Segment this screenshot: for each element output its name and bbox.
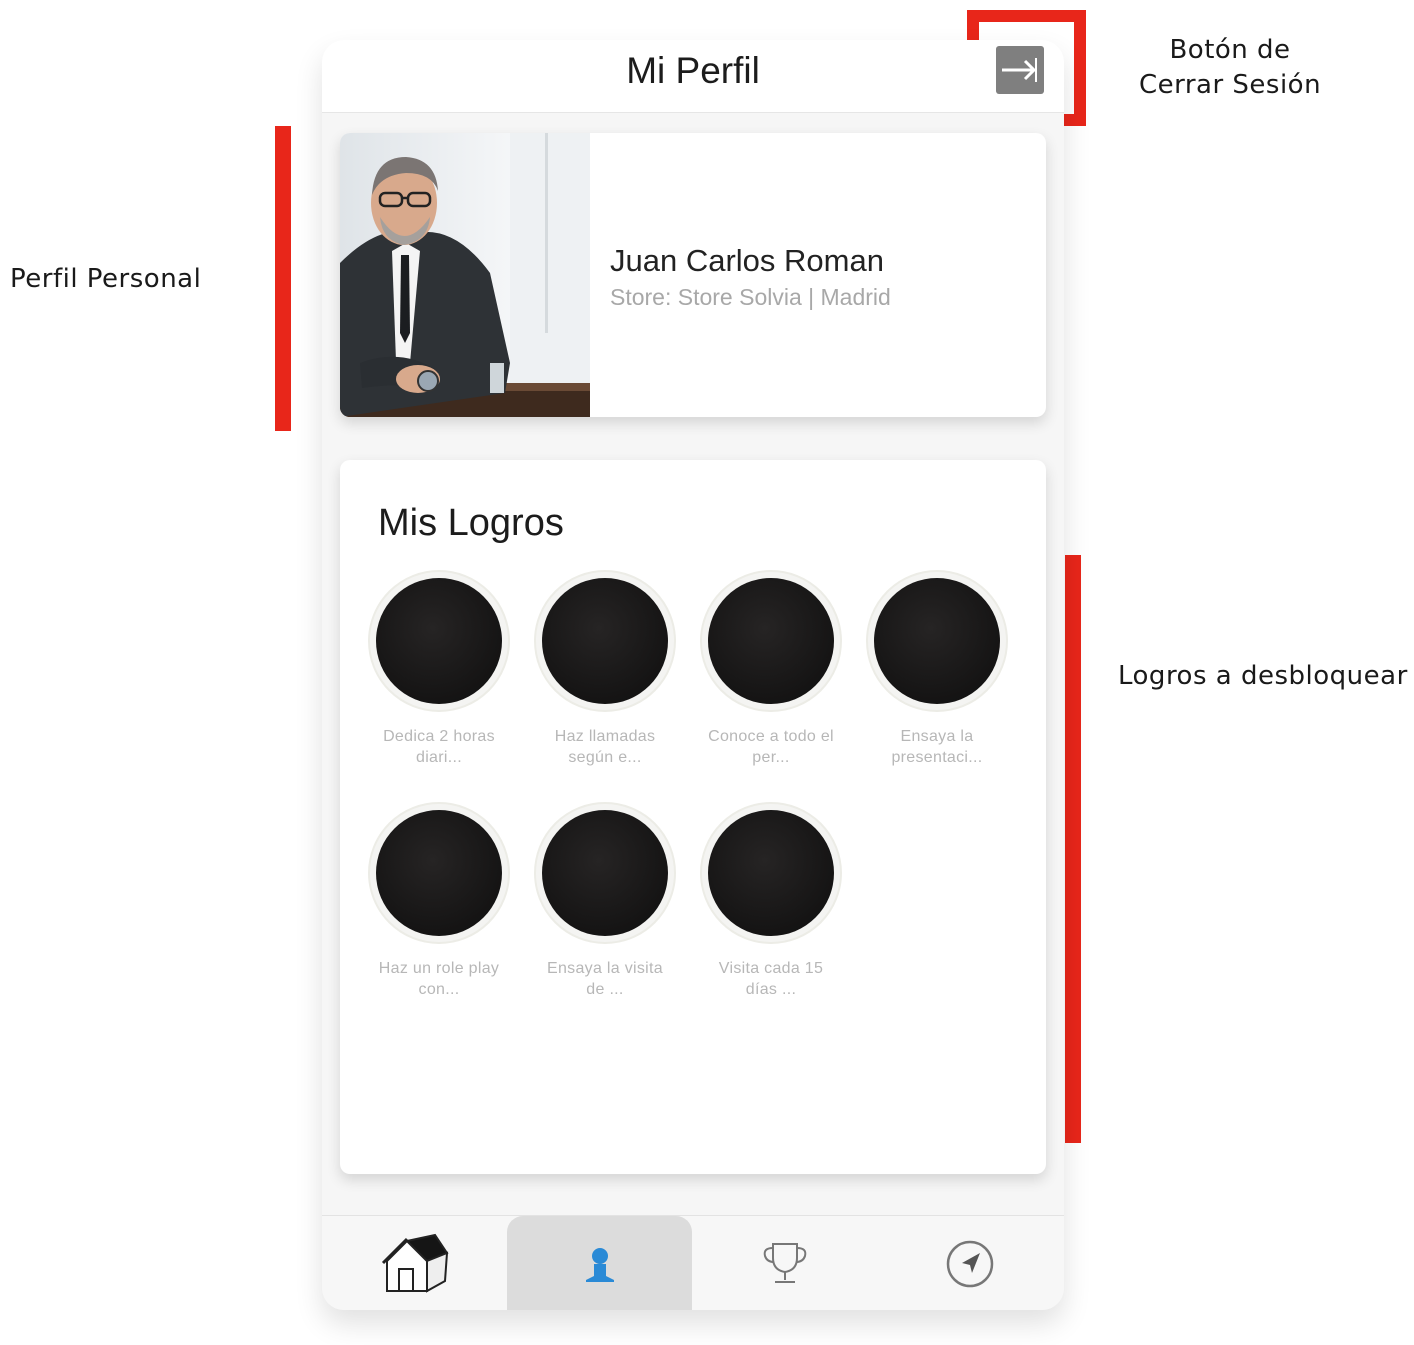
achievement-caption: Haz llamadas según e... bbox=[525, 726, 685, 768]
profile-name: Juan Carlos Roman bbox=[610, 243, 884, 278]
achievements-highlight-bar bbox=[1065, 555, 1081, 1143]
achievement-image bbox=[376, 578, 502, 704]
achievement-caption-line1: Conoce a todo el bbox=[708, 728, 834, 745]
tab-profile[interactable] bbox=[507, 1216, 692, 1310]
phone-screen: Mi Perfil Juan Carlos Roman Store: Store… bbox=[322, 40, 1064, 1310]
achievement-badge[interactable]: Visita cada 15 días ... bbox=[691, 802, 851, 1000]
tab-achievements[interactable] bbox=[692, 1216, 877, 1310]
achievement-ring bbox=[534, 570, 676, 712]
achievement-image bbox=[708, 578, 834, 704]
achievement-caption: Dedica 2 horas diari... bbox=[359, 726, 519, 768]
achievement-image bbox=[376, 810, 502, 936]
tab-navigation[interactable] bbox=[877, 1216, 1062, 1310]
achievement-caption: Ensaya la presentaci... bbox=[857, 726, 1017, 768]
achievement-caption-line1: Haz llamadas bbox=[554, 728, 656, 745]
achievement-caption-line2: con... bbox=[418, 981, 460, 998]
achievement-caption-line1: Visita cada 15 bbox=[718, 960, 824, 977]
achievement-caption: Conoce a todo el per... bbox=[691, 726, 851, 768]
achievement-image bbox=[542, 578, 668, 704]
achievement-badge[interactable]: Ensaya la presentaci... bbox=[857, 570, 1017, 768]
achievement-ring bbox=[700, 570, 842, 712]
achievement-caption-line2: de ... bbox=[586, 981, 624, 998]
achievement-caption-line2: presentaci... bbox=[891, 749, 983, 766]
tab-home[interactable] bbox=[322, 1216, 507, 1310]
trophy-icon bbox=[763, 1242, 806, 1283]
logout-arrow-icon bbox=[1002, 58, 1037, 82]
achievement-ring bbox=[368, 570, 510, 712]
achievement-badge[interactable]: Haz un role play con... bbox=[359, 802, 519, 1000]
achievement-caption: Ensaya la visita de ... bbox=[525, 958, 685, 1000]
achievements-card: Mis Logros Dedica 2 horas diari... Haz l… bbox=[340, 460, 1046, 1174]
achievements-annotation: Logros a desbloquear bbox=[1118, 661, 1408, 691]
profile-photo bbox=[340, 133, 590, 417]
achievement-badge[interactable]: Dedica 2 horas diari... bbox=[359, 570, 519, 768]
achievement-image bbox=[874, 578, 1000, 704]
profile-annotation: Perfil Personal bbox=[10, 264, 202, 294]
logout-annotation-line1: Botón de bbox=[1169, 35, 1291, 65]
achievement-caption-line1: Dedica 2 horas bbox=[383, 728, 495, 745]
achievement-caption: Haz un role play con... bbox=[359, 958, 519, 1000]
home-icon bbox=[381, 1233, 449, 1293]
achievement-ring bbox=[866, 570, 1008, 712]
achievement-caption-line2: días ... bbox=[745, 981, 797, 998]
profile-store: Store: Store Solvia | Madrid bbox=[610, 284, 891, 310]
achievement-caption-line2: per... bbox=[752, 749, 790, 766]
bottom-tab-bar bbox=[322, 1215, 1064, 1310]
achievement-badge[interactable]: Conoce a todo el per... bbox=[691, 570, 851, 768]
achievement-ring bbox=[368, 802, 510, 944]
achievement-caption-line1: Ensaya la visita bbox=[547, 960, 663, 977]
achievement-caption-line2: según e... bbox=[568, 749, 642, 766]
achievement-ring bbox=[534, 802, 676, 944]
profile-highlight-bar bbox=[275, 126, 291, 431]
navigation-icon bbox=[946, 1240, 993, 1287]
achievement-caption-line1: Haz un role play bbox=[378, 960, 500, 977]
achievement-image bbox=[708, 810, 834, 936]
logout-annotation-line2: Cerrar Sesión bbox=[1138, 70, 1322, 100]
achievements-title: Mis Logros bbox=[378, 502, 564, 544]
achievement-caption-line1: Ensaya la bbox=[900, 728, 974, 745]
logout-button[interactable] bbox=[996, 46, 1044, 94]
achievement-caption: Visita cada 15 días ... bbox=[691, 958, 851, 1000]
page-title: Mi Perfil bbox=[626, 50, 760, 91]
profile-card: Juan Carlos Roman Store: Store Solvia | … bbox=[340, 133, 1046, 417]
achievement-badge[interactable]: Haz llamadas según e... bbox=[525, 570, 685, 768]
achievement-image bbox=[542, 810, 668, 936]
achievement-ring bbox=[700, 802, 842, 944]
achievement-badge[interactable]: Ensaya la visita de ... bbox=[525, 802, 685, 1000]
logout-annotation: Botón de Cerrar Sesión bbox=[1135, 33, 1325, 103]
user-icon bbox=[585, 1247, 614, 1282]
achievement-caption-line2: diari... bbox=[416, 749, 462, 766]
top-bar: Mi Perfil bbox=[322, 40, 1064, 113]
